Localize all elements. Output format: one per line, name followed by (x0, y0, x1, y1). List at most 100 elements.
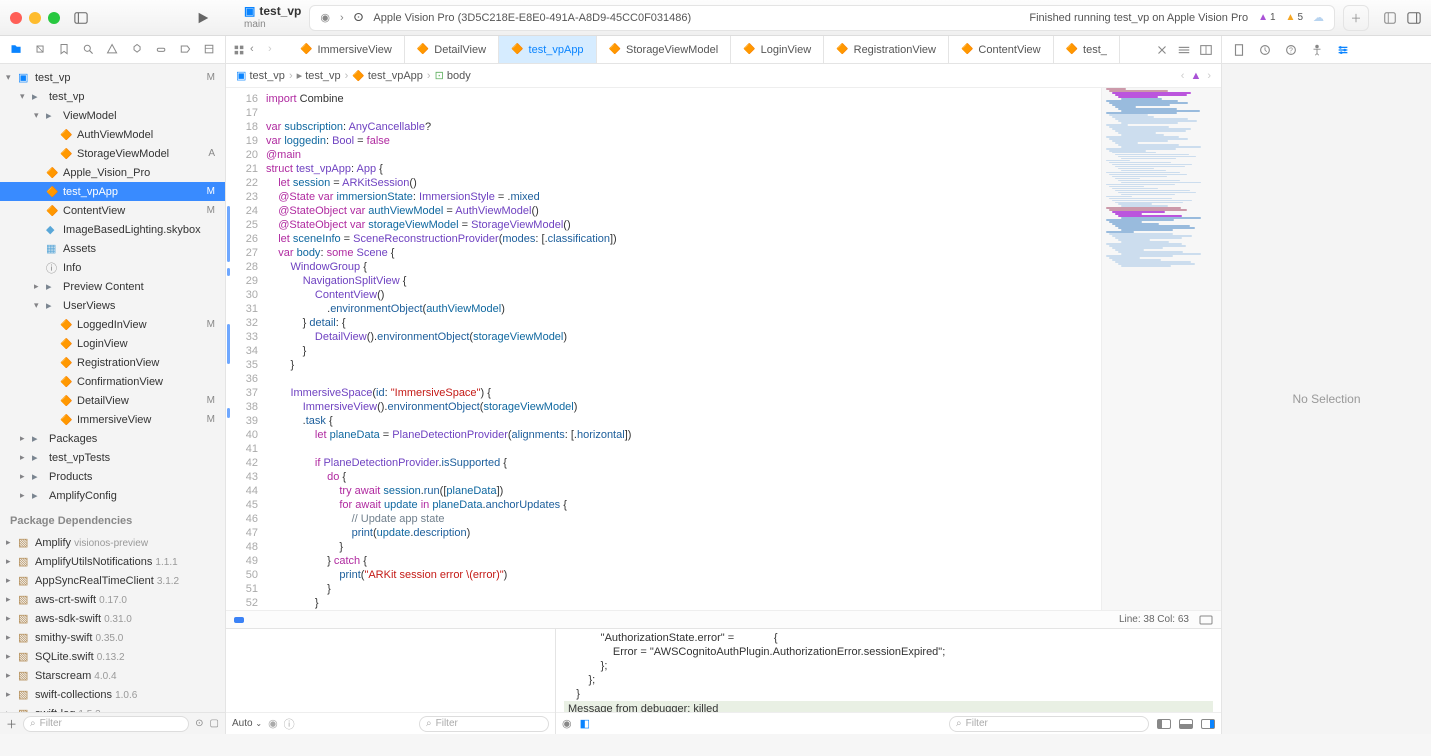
variables-filter[interactable]: ⌕ Filter (419, 716, 549, 732)
bookmark-navigator-icon[interactable] (58, 43, 70, 57)
library-icon[interactable] (1383, 11, 1397, 25)
navigator-item[interactable]: 🔶RegistrationView (0, 353, 225, 372)
attributes-inspector-icon[interactable] (1336, 43, 1350, 57)
metal-debug-icon[interactable]: ◧ (580, 717, 590, 730)
editor-tab[interactable]: 🔶LoginView (731, 36, 824, 63)
code-body[interactable]: import Combinevar subscription: AnyCance… (264, 88, 1101, 610)
editor-options-icon[interactable] (1177, 43, 1191, 57)
info-icon[interactable]: ⓘ (284, 716, 295, 732)
sidebar-toggle-icon[interactable] (74, 11, 88, 25)
navigator-item[interactable]: ▾▣test_vpM (0, 68, 225, 87)
add-tab-button[interactable]: ＋ (1343, 5, 1369, 31)
project-navigator: ▾▣test_vpM▾▸test_vp▾▸ViewModel🔶AuthViewM… (0, 64, 226, 734)
help-inspector-icon[interactable]: ? (1284, 43, 1298, 57)
code-editor[interactable]: 1617181920212223242526272829303132333435… (226, 88, 1221, 610)
breakpoint-indicator[interactable] (234, 617, 244, 623)
package-dependency-item[interactable]: ▸▧AppSyncRealTimeClient 3.1.2 (0, 571, 225, 590)
package-dependency-item[interactable]: ▸▧AmplifyUtilsNotifications 1.1.1 (0, 552, 225, 571)
package-dependency-item[interactable]: ▸▧swift-collections 1.0.6 (0, 685, 225, 704)
editor-tab[interactable]: 🔶DetailView (405, 36, 499, 63)
reports-navigator-icon[interactable] (203, 43, 215, 57)
editor-tab[interactable]: 🔶RegistrationView (824, 36, 949, 63)
issue-prev-icon[interactable]: ▲ (1190, 70, 1201, 82)
console-output[interactable]: "AuthorizationState.error" = { Error = "… (556, 629, 1221, 712)
zoom-button[interactable] (48, 12, 60, 24)
navigator-item[interactable]: ▾▸ViewModel (0, 106, 225, 125)
navigator-item[interactable]: 🔶ConfirmationView (0, 372, 225, 391)
navigator-item[interactable]: 🔶Apple_Vision_Pro (0, 163, 225, 182)
navigator-item[interactable]: 🔶StorageViewModelA (0, 144, 225, 163)
navigator-item[interactable]: ▸▸Preview Content (0, 277, 225, 296)
debug-navigator-icon[interactable] (155, 43, 167, 57)
breadcrumb-segment[interactable]: ▸ test_vp (297, 69, 341, 82)
navigator-item[interactable]: 🔶LoginView (0, 334, 225, 353)
navigator-item[interactable]: ⓘInfo (0, 258, 225, 277)
navigator-filter[interactable]: ⌕ Filter (23, 716, 189, 732)
history-inspector-icon[interactable] (1258, 43, 1272, 57)
package-dependency-item[interactable]: ▸▧Starscream 4.0.4 (0, 666, 225, 685)
navigator-item[interactable]: ▾▸test_vp (0, 87, 225, 106)
tests-navigator-icon[interactable] (131, 43, 143, 57)
breadcrumb-segment[interactable]: ⊡ body (435, 69, 471, 82)
file-inspector-icon[interactable] (1232, 43, 1246, 57)
run-button[interactable] (196, 11, 210, 25)
navigator-item[interactable]: 🔶AuthViewModel (0, 125, 225, 144)
navigator-item[interactable]: 🔶ContentViewM (0, 201, 225, 220)
navigator-item[interactable]: ▾▸UserViews (0, 296, 225, 315)
show-variables-icon[interactable] (1157, 719, 1171, 729)
package-dependency-item[interactable]: ▸▧SQLite.swift 0.13.2 (0, 647, 225, 666)
purple-issue-badge[interactable]: ▲1 (1258, 12, 1275, 23)
yellow-issue-badge[interactable]: ▲5 (1286, 12, 1303, 23)
navigator-item[interactable]: ▦Assets (0, 239, 225, 258)
adjust-editor-icon[interactable] (1155, 43, 1169, 57)
close-button[interactable] (10, 12, 22, 24)
quicklook-icon[interactable]: ◉ (268, 717, 278, 730)
find-navigator-icon[interactable] (82, 43, 94, 57)
console-filter[interactable]: ⌕ Filter (949, 716, 1149, 732)
scm-filter-icon[interactable]: ⊙ (195, 718, 203, 729)
recent-filter-icon[interactable]: ▢ (210, 718, 219, 729)
package-dependency-item[interactable]: ▸▧smithy-swift 0.35.0 (0, 628, 225, 647)
navigator-item[interactable]: 🔶LoggedInViewM (0, 315, 225, 334)
show-console-icon[interactable] (1201, 719, 1215, 729)
navigator-item[interactable]: 🔶test_vpAppM (0, 182, 225, 201)
navigator-item[interactable]: ▸▸AmplifyConfig (0, 486, 225, 505)
breakpoint-navigator-icon[interactable] (179, 43, 191, 57)
minimize-button[interactable] (29, 12, 41, 24)
issues-navigator-icon[interactable] (106, 43, 118, 57)
package-dependency-item[interactable]: ▸▧Amplify visionos-preview (0, 533, 225, 552)
breadcrumb-segment[interactable]: 🔶 test_vpApp (352, 70, 423, 82)
navigator-item[interactable]: ◆ImageBasedLighting.skybox (0, 220, 225, 239)
source-control-navigator-icon[interactable] (34, 43, 46, 57)
editor-tab[interactable]: 🔶ImmersiveView (288, 36, 405, 63)
editor-tab[interactable]: 🔶StorageViewModel (597, 36, 732, 63)
package-dependency-item[interactable]: ▸▧aws-sdk-swift 0.31.0 (0, 609, 225, 628)
related-items-icon[interactable] (232, 43, 246, 57)
cloud-icon[interactable]: ☁︎ (1313, 11, 1324, 24)
console-output-toggle-icon[interactable]: ◉ (562, 717, 572, 730)
navigator-item[interactable]: ▸▸test_vpTests (0, 448, 225, 467)
back-icon[interactable]: ‹ (250, 43, 264, 57)
breadcrumb-segment[interactable]: ▣ test_vp (236, 69, 285, 82)
forward-icon[interactable]: › (268, 43, 282, 57)
inspector-toggle-icon[interactable] (1407, 11, 1421, 25)
project-navigator-icon[interactable] (10, 43, 22, 57)
navigator-item[interactable]: ▸▸Products (0, 467, 225, 486)
navigator-item[interactable]: 🔶DetailViewM (0, 391, 225, 410)
package-dependency-item[interactable]: ▸▧aws-crt-swift 0.17.0 (0, 590, 225, 609)
editor-tab[interactable]: 🔶test_ (1054, 36, 1120, 63)
minimap[interactable] (1101, 88, 1221, 610)
auto-scope-selector[interactable]: Auto ⌄ (232, 718, 262, 729)
editor-tab[interactable]: 🔶test_vpApp (499, 36, 597, 63)
add-editor-icon[interactable] (1199, 43, 1213, 57)
breadcrumb[interactable]: ▣ test_vp›▸ test_vp›🔶 test_vpApp›⊡ body‹… (226, 64, 1221, 88)
accessibility-inspector-icon[interactable] (1310, 43, 1324, 57)
navigator-item[interactable]: ▸▸Packages (0, 429, 225, 448)
canvas-toggle-icon[interactable] (1199, 615, 1213, 625)
scheme-selector[interactable]: ▣test_vp main (244, 5, 301, 29)
add-target-icon[interactable]: ＋ (6, 716, 17, 732)
show-debug-bar-icon[interactable] (1179, 719, 1193, 729)
activity-view[interactable]: ◉ › ⵙ Apple Vision Pro (3D5C218E-E8E0-49… (309, 5, 1335, 31)
navigator-item[interactable]: 🔶ImmersiveViewM (0, 410, 225, 429)
editor-tab[interactable]: 🔶ContentView (949, 36, 1054, 63)
